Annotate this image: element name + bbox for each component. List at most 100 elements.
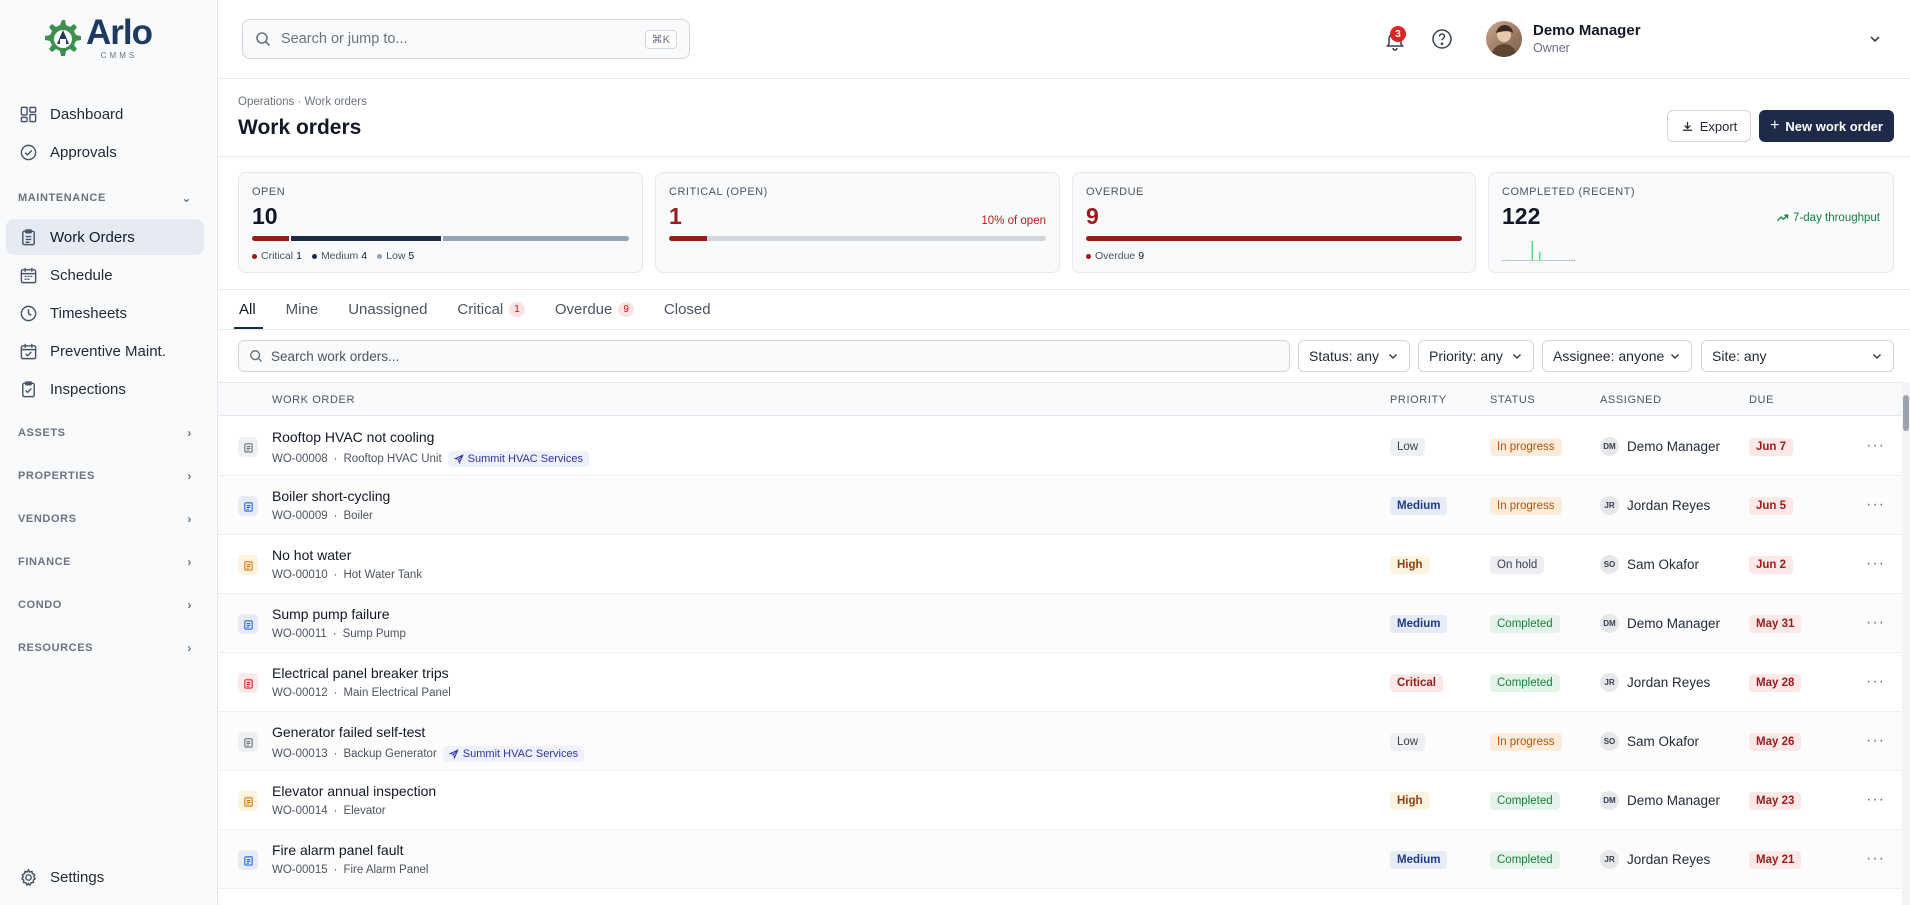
user-name[interactable]: Demo Manager (1533, 22, 1641, 39)
more-actions-icon[interactable]: ··· (1866, 732, 1885, 750)
scrollbar[interactable] (1902, 382, 1910, 905)
sidebar-section-resources[interactable]: RESOURCES › (6, 626, 204, 669)
work-order-title[interactable]: Boiler short-cycling (272, 488, 390, 504)
status-filter[interactable]: Status: any (1298, 340, 1410, 372)
column-header-work-order[interactable]: WORK ORDER (272, 394, 355, 406)
table-row[interactable]: Boiler short-cycling WO-00009 · Boiler Mediu… (218, 476, 1902, 535)
sidebar-item-approvals[interactable]: Approvals (6, 134, 204, 170)
sidebar-section-properties[interactable]: PROPERTIES › (6, 454, 204, 497)
sidebar-section-maintenance[interactable]: MAINTENANCE ⌄ (6, 176, 204, 219)
column-header-status[interactable]: STATUS (1490, 394, 1535, 406)
tab-overdue[interactable]: Overdue 9 (554, 289, 635, 329)
legend-dot (311, 253, 317, 259)
more-actions-icon[interactable]: ··· (1866, 673, 1885, 691)
stat-card-completed[interactable]: COMPLETED (RECENT) 122 7-day throughput (1488, 172, 1894, 273)
table-row[interactable]: Fire alarm panel fault WO-00015 · Fire Alar… (218, 830, 1902, 889)
sidebar-section-condo[interactable]: CONDO › (6, 583, 204, 626)
work-order-title[interactable]: Electrical panel breaker trips (272, 665, 449, 681)
search-shortcut-hint: ⌘K (644, 29, 677, 49)
sidebar-item-settings[interactable]: Settings (6, 859, 204, 895)
separator: · (333, 687, 338, 699)
table-row[interactable]: Elevator annual inspection WO-00014 · Eleva… (218, 771, 1902, 830)
sidebar-item-work-orders[interactable]: Work Orders (6, 219, 204, 255)
sparkline-bar (1541, 260, 1543, 261)
work-order-title[interactable]: Fire alarm panel fault (272, 842, 404, 858)
sparkline-bar (1553, 260, 1556, 261)
work-order-title[interactable]: No hot water (272, 547, 351, 563)
sidebar-section-finance[interactable]: FINANCE › (6, 540, 204, 583)
chevron-down-icon[interactable] (1868, 32, 1882, 46)
sidebar-item-dashboard[interactable]: Dashboard (6, 96, 204, 132)
stat-card-open[interactable]: OPEN 10 Critical 1 Medium 4 Low 5 (238, 172, 643, 273)
tab-closed[interactable]: Closed (663, 289, 712, 329)
work-order-search-input[interactable] (271, 348, 1279, 364)
sparkline-bar (1568, 260, 1571, 261)
bar-fill (669, 236, 707, 241)
priority-filter[interactable]: Priority: any (1418, 340, 1534, 372)
assignee[interactable]: DM Demo Manager (1600, 791, 1720, 810)
assignee[interactable]: JR Jordan Reyes (1600, 850, 1710, 869)
help-icon[interactable] (1431, 28, 1453, 50)
global-search[interactable]: ⌘K (242, 19, 690, 59)
work-order-search[interactable] (238, 340, 1290, 372)
assignee[interactable]: DM Demo Manager (1600, 614, 1720, 633)
stat-card-overdue[interactable]: OVERDUE 9 Overdue 9 (1072, 172, 1476, 273)
user-role: Owner (1533, 41, 1570, 55)
sidebar-section-vendors[interactable]: VENDORS › (6, 497, 204, 540)
assignee-filter[interactable]: Assignee: anyone (1542, 340, 1692, 372)
table-row[interactable]: Electrical panel breaker trips WO-00012 · M… (218, 653, 1902, 712)
brand-logo[interactable]: Arlo CMMS (40, 15, 153, 60)
sidebar-item-timesheets[interactable]: Timesheets (6, 295, 204, 331)
separator: · (332, 628, 337, 640)
vendor-tag[interactable]: Summit HVAC Services (447, 451, 589, 467)
work-order-title[interactable]: Elevator annual inspection (272, 783, 436, 799)
sidebar-item-schedule[interactable]: Schedule (6, 257, 204, 293)
filter-value: Priority: any (1429, 348, 1503, 364)
table-row[interactable]: Sump pump failure WO-00011 · Sump Pump Mediu… (218, 594, 1902, 653)
table-row[interactable]: Generator failed self-test WO-00013 · Backu… (218, 712, 1902, 771)
stat-card-critical[interactable]: CRITICAL (OPEN) 1 10% of open (655, 172, 1060, 273)
tab-unassigned[interactable]: Unassigned (347, 289, 428, 329)
work-order-title[interactable]: Rooftop HVAC not cooling (272, 429, 434, 445)
new-work-order-button[interactable]: + New work order (1759, 110, 1894, 142)
more-actions-icon[interactable]: ··· (1866, 791, 1885, 809)
sparkline-bar (1519, 260, 1521, 261)
vendor-tag[interactable]: Summit HVAC Services (442, 746, 585, 762)
legend-low: Low 5 (377, 250, 414, 262)
tab-critical[interactable]: Critical 1 (456, 289, 525, 329)
table-row[interactable]: Rooftop HVAC not cooling WO-00008 · Rooftop… (218, 417, 1902, 476)
assignee[interactable]: SO Sam Okafor (1600, 555, 1699, 574)
tab-all[interactable]: All (234, 289, 263, 329)
column-header-due[interactable]: DUE (1749, 394, 1774, 406)
sidebar-item-inspections[interactable]: Inspections (6, 371, 204, 407)
work-order-meta: WO-00013 · Backup Generator Summit HVAC Ser… (272, 746, 585, 762)
sparkline-bar (1563, 260, 1566, 261)
priority-badge: Medium (1390, 615, 1448, 633)
assignee[interactable]: JR Jordan Reyes (1600, 673, 1710, 692)
more-actions-icon[interactable]: ··· (1866, 496, 1885, 514)
column-header-priority[interactable]: PRIORITY (1390, 394, 1447, 406)
more-actions-icon[interactable]: ··· (1866, 614, 1885, 632)
more-actions-icon[interactable]: ··· (1866, 850, 1885, 868)
site-filter[interactable]: Site: any (1701, 340, 1894, 372)
sidebar-item-label: Timesheets (50, 304, 127, 322)
due-date-badge: May 23 (1749, 792, 1802, 810)
avatar[interactable] (1486, 21, 1522, 57)
legend-overdue: Overdue 9 (1086, 250, 1144, 262)
sidebar-item-preventive-maint[interactable]: Preventive Maint. (6, 333, 204, 369)
scrollbar-thumb[interactable] (1903, 395, 1909, 431)
more-actions-icon[interactable]: ··· (1866, 437, 1885, 455)
assignee[interactable]: SO Sam Okafor (1600, 732, 1699, 751)
tab-count-badge: 1 (509, 301, 525, 317)
global-search-input[interactable] (281, 31, 645, 47)
assignee[interactable]: JR Jordan Reyes (1600, 496, 1710, 515)
column-header-assigned[interactable]: ASSIGNED (1600, 394, 1662, 406)
tab-mine[interactable]: Mine (285, 289, 320, 329)
table-row[interactable]: No hot water WO-00010 · Hot Water Tank High O… (218, 535, 1902, 594)
sidebar-section-assets[interactable]: ASSETS › (6, 411, 204, 454)
more-actions-icon[interactable]: ··· (1866, 555, 1885, 573)
work-order-title[interactable]: Generator failed self-test (272, 724, 425, 740)
assignee[interactable]: DM Demo Manager (1600, 437, 1720, 456)
work-order-title[interactable]: Sump pump failure (272, 606, 390, 622)
export-button[interactable]: Export (1667, 110, 1751, 142)
